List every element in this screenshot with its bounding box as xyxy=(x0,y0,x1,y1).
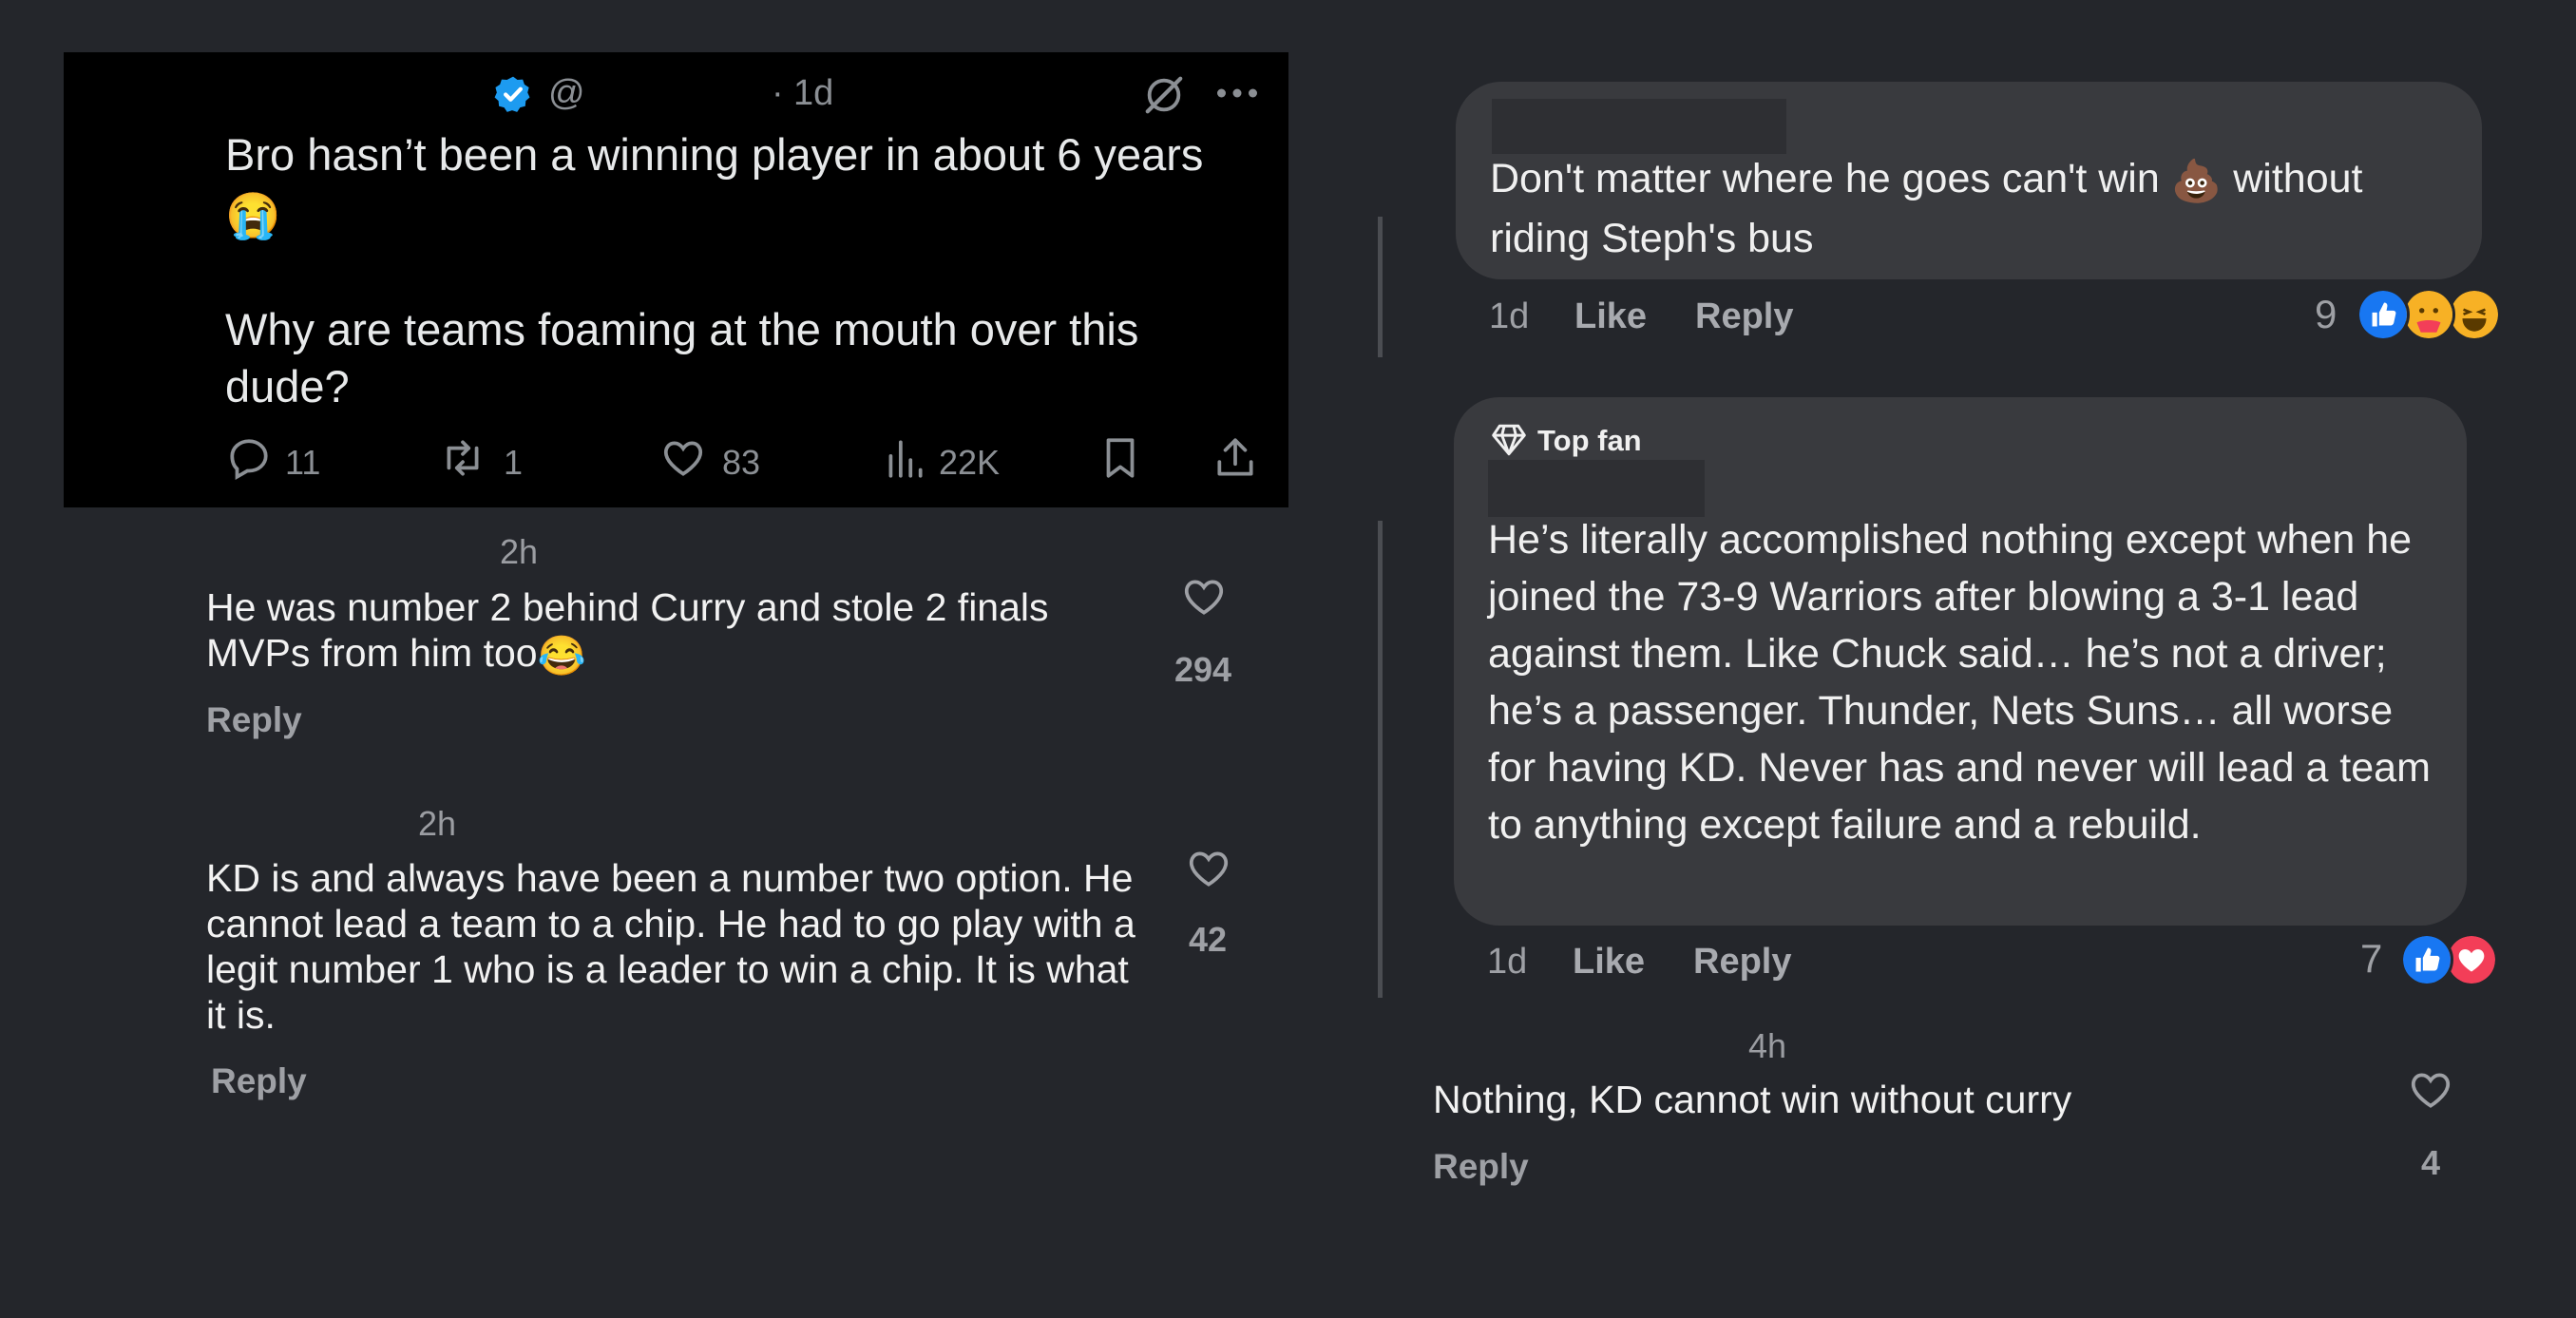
tweet-text: Bro hasn’t been a winning player in abou… xyxy=(225,126,1261,415)
reply-icon[interactable] xyxy=(225,434,273,482)
reply-button[interactable]: Reply xyxy=(1695,296,1793,337)
tweet-text-para2: Why are teams foaming at the mouth over … xyxy=(225,303,1152,411)
redacted-name xyxy=(1488,460,1705,517)
care-reaction-icon xyxy=(2402,288,2455,341)
comment-text: He’s literally accomplished nothing exce… xyxy=(1488,517,2431,848)
reaction-count[interactable]: 9 xyxy=(2315,292,2337,337)
comment-text: He was number 2 behind Curry and stole 2… xyxy=(206,584,1137,678)
reply-button[interactable]: Reply xyxy=(211,1061,307,1101)
haha-reaction-icon xyxy=(2448,288,2501,341)
like-count: 83 xyxy=(722,443,761,482)
redacted-name xyxy=(1492,99,1786,154)
views-count: 22K xyxy=(939,443,1001,482)
comment-like-count: 294 xyxy=(1174,650,1232,689)
comment-time[interactable]: 1d xyxy=(1489,296,1529,337)
loudly-crying-emoji-icon: 😭 xyxy=(225,189,281,240)
like-button[interactable]: Like xyxy=(1573,942,1645,983)
comment-time[interactable]: 1d xyxy=(1487,942,1527,983)
tears-of-joy-emoji-icon: 😂 xyxy=(537,634,586,678)
share-icon[interactable] xyxy=(1212,434,1259,482)
comment-text-part: Don't matter where he goes can't win xyxy=(1490,156,2171,201)
tweet-time[interactable]: 1d xyxy=(793,73,833,114)
retweet-count: 1 xyxy=(504,443,524,482)
grok-icon[interactable] xyxy=(1142,73,1186,117)
comment-time: 2h xyxy=(418,804,457,843)
comment-time: 2h xyxy=(500,532,539,571)
like-reaction-icon xyxy=(2400,933,2453,986)
reply-button[interactable]: Reply xyxy=(206,700,302,740)
heart-icon[interactable] xyxy=(2405,1066,2456,1114)
thread-line xyxy=(1378,217,1383,357)
reply-button[interactable]: Reply xyxy=(1693,942,1791,983)
retweet-icon[interactable] xyxy=(439,434,487,482)
reply-count: 11 xyxy=(285,443,321,482)
like-button[interactable]: Like xyxy=(1574,296,1647,337)
diamond-icon xyxy=(1492,424,1526,456)
views-icon[interactable] xyxy=(881,434,928,482)
tweet-handle[interactable]: @ xyxy=(548,73,585,114)
comment-text: KD is and always have been a number two … xyxy=(206,856,1135,1037)
like-reaction-icon xyxy=(2357,288,2410,341)
comment-text: Don't matter where he goes can't win 💩 w… xyxy=(1490,150,2459,267)
comment-like-count: 42 xyxy=(1188,920,1228,959)
bookmark-icon[interactable] xyxy=(1097,434,1144,482)
thread-line xyxy=(1378,521,1383,998)
tweet-card[interactable]: @ · 1d Bro hasn’t been a winning player … xyxy=(64,52,1288,507)
comment-text: Nothing, KD cannot win without curry xyxy=(1433,1078,2072,1121)
more-icon[interactable] xyxy=(1215,79,1259,107)
tweet-text-line1: Bro hasn’t been a winning player in abou… xyxy=(225,129,1204,180)
heart-icon[interactable] xyxy=(1178,573,1230,621)
tweet-separator: · xyxy=(772,73,784,113)
poop-emoji-icon: 💩 xyxy=(2170,158,2223,204)
comment-time: 4h xyxy=(1748,1026,1787,1065)
reply-button[interactable]: Reply xyxy=(1433,1147,1529,1187)
like-icon[interactable] xyxy=(659,434,707,482)
top-fan-badge: Top fan xyxy=(1537,424,1642,457)
comment-text-body: He was number 2 behind Curry and stole 2… xyxy=(206,585,1049,675)
heart-icon[interactable] xyxy=(1183,845,1234,892)
reaction-count[interactable]: 7 xyxy=(2360,936,2382,982)
verified-badge-icon xyxy=(494,76,530,112)
comment-like-count: 4 xyxy=(2420,1143,2441,1182)
